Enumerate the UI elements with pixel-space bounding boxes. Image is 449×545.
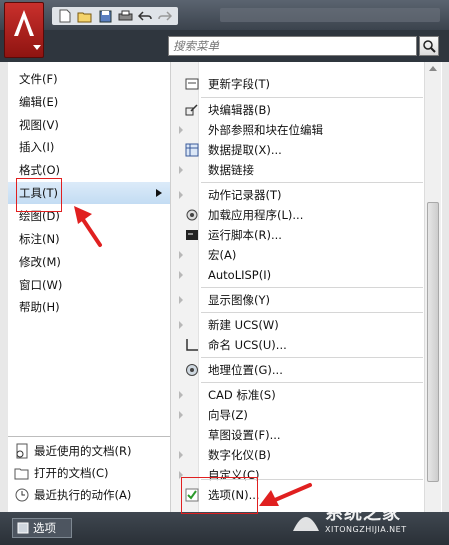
menu-item-view[interactable]: 视图(V) <box>8 114 170 136</box>
expand-arrow-icon <box>179 321 183 329</box>
submenu-item-action-recorder[interactable]: 动作记录器(T) <box>171 184 423 206</box>
script-icon <box>184 227 200 243</box>
submenu-arrow-icon <box>156 189 162 197</box>
load-app-icon <box>184 207 200 223</box>
submenu-item-new-ucs[interactable]: 新建 UCS(W) <box>171 314 423 336</box>
title-bar <box>0 0 449 30</box>
submenu-item-block-editor[interactable]: 块编辑器(B) <box>171 99 423 121</box>
menu-separator <box>201 382 423 383</box>
scroll-up-icon[interactable] <box>429 66 437 71</box>
submenu-item-update-fields[interactable]: 更新字段(T) <box>171 73 423 95</box>
watermark: 系统之家 XITONGZHIJIA.NET <box>285 497 445 541</box>
submenu-scrollbar[interactable] <box>424 62 441 512</box>
redo-icon[interactable] <box>156 8 174 24</box>
red-arrow-tools <box>74 206 102 247</box>
expand-arrow-icon <box>179 166 183 174</box>
submenu-item-wizards[interactable]: 向导(Z) <box>171 404 423 426</box>
submenu-item-run-script[interactable]: 运行脚本(R)... <box>171 224 423 246</box>
menu-separator <box>201 287 423 288</box>
quick-access-toolbar <box>52 7 178 25</box>
expand-arrow-icon <box>179 451 183 459</box>
submenu-item-autolisp[interactable]: AutoLISP(I) <box>171 264 423 286</box>
application-menu-button[interactable] <box>4 2 44 58</box>
options-icon <box>17 522 29 534</box>
search-box <box>168 36 417 56</box>
menu-separator <box>201 182 423 183</box>
submenu-item-display-image[interactable]: 显示图像(Y) <box>171 289 423 311</box>
recent-docs-icon <box>16 443 28 459</box>
new-file-icon[interactable] <box>56 8 74 24</box>
data-extract-icon <box>184 142 200 158</box>
menu-item-modify[interactable]: 修改(M) <box>8 251 170 273</box>
open-folder-icon[interactable] <box>76 8 94 24</box>
expand-arrow-icon <box>179 296 183 304</box>
menu-separator <box>201 97 423 98</box>
autocad-logo-icon <box>14 10 34 36</box>
open-documents-item[interactable]: 打开的文档(C) <box>8 462 170 484</box>
submenu-item-drafting-settings[interactable]: 草图设置(F)... <box>171 424 423 446</box>
menu-item-window[interactable]: 窗口(W) <box>8 274 170 296</box>
block-editor-icon <box>184 102 200 118</box>
menu-search-row <box>0 30 449 62</box>
submenu-item-macro[interactable]: 宏(A) <box>171 244 423 266</box>
chevron-down-icon <box>33 45 41 50</box>
expand-arrow-icon <box>179 411 183 419</box>
submenu-item-data-extraction[interactable]: 数据提取(X)... <box>171 139 423 161</box>
geolocation-icon <box>184 362 200 378</box>
search-icon <box>423 40 436 53</box>
submenu-item-tablet[interactable]: 数字化仪(B) <box>171 444 423 466</box>
submenu-item-cad-standards[interactable]: CAD 标准(S) <box>171 384 423 406</box>
menu-separator <box>201 312 423 313</box>
submenu-item-data-links[interactable]: 数据链接 <box>171 159 423 181</box>
options-button[interactable]: 选项 <box>12 518 72 538</box>
expand-arrow-icon <box>179 271 183 279</box>
highlight-box-tools <box>16 178 62 212</box>
menu-item-edit[interactable]: 编辑(E) <box>8 91 170 113</box>
named-ucs-icon <box>184 337 200 353</box>
submenu-item-xref-inplace-edit[interactable]: 外部参照和块在位编辑 <box>171 119 423 141</box>
recent-documents-item[interactable]: 最近使用的文档(R) <box>8 440 170 462</box>
menu-item-help[interactable]: 帮助(H) <box>8 296 170 318</box>
tools-submenu: 更新字段(T) 块编辑器(B) 外部参照和块在位编辑 数据提取(X)... 数据… <box>170 62 442 512</box>
search-button[interactable] <box>419 36 439 56</box>
field-update-icon <box>184 76 200 92</box>
expand-arrow-icon <box>179 191 183 199</box>
recent-actions-icon <box>15 488 29 502</box>
window-title-area <box>220 8 440 22</box>
expand-arrow-icon <box>179 391 183 399</box>
open-docs-icon <box>14 468 29 480</box>
expand-arrow-icon <box>179 126 183 134</box>
undo-icon[interactable] <box>136 8 154 24</box>
menu-separator <box>201 357 423 358</box>
save-icon[interactable] <box>96 8 114 24</box>
submenu-item-named-ucs[interactable]: 命名 UCS(U)... <box>171 334 423 356</box>
submenu-item-load-application[interactable]: 加载应用程序(L)... <box>171 204 423 226</box>
search-input[interactable] <box>169 37 416 55</box>
recent-actions-item[interactable]: 最近执行的动作(A) <box>8 484 170 506</box>
recent-panel: 最近使用的文档(R) 打开的文档(C) 最近执行的动作(A) <box>8 436 170 512</box>
watermark-logo-icon <box>293 517 319 531</box>
scroll-thumb[interactable] <box>427 202 439 482</box>
submenu-item-geolocation[interactable]: 地理位置(G)... <box>171 359 423 381</box>
menu-item-insert[interactable]: 插入(I) <box>8 136 170 158</box>
highlight-box-options <box>181 477 258 514</box>
print-icon[interactable] <box>116 8 134 24</box>
menu-item-file[interactable]: 文件(F) <box>8 68 170 90</box>
expand-arrow-icon <box>179 251 183 259</box>
